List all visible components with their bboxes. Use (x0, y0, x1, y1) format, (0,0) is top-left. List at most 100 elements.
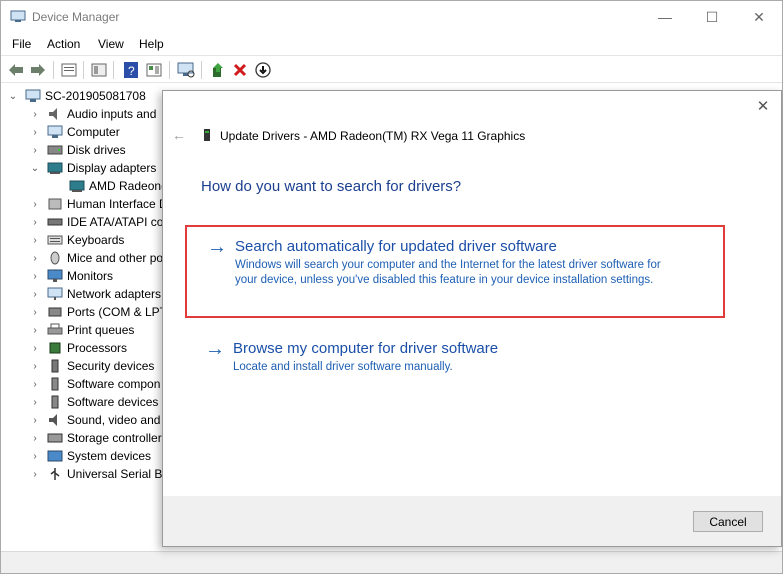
expand-icon[interactable]: › (29, 451, 41, 462)
tree-item-system-devices[interactable]: › System devices (29, 447, 151, 465)
expand-icon[interactable]: › (29, 433, 41, 444)
tree-item-software-components[interactable]: › Software compon (29, 375, 160, 393)
software-component-icon (51, 377, 59, 391)
expand-icon[interactable]: › (29, 235, 41, 246)
show-hide-button[interactable] (89, 60, 109, 80)
tree-root[interactable]: ⌄ SC-201905081708 (7, 87, 146, 105)
expand-icon[interactable]: › (29, 271, 41, 282)
tree-item-storage[interactable]: › Storage controller (29, 429, 161, 447)
expand-icon[interactable]: › (29, 325, 41, 336)
forward-button[interactable] (28, 60, 48, 80)
tree-item-monitors[interactable]: › Monitors (29, 267, 113, 285)
collapse-icon[interactable]: ⌄ (29, 163, 41, 174)
expand-icon[interactable]: › (29, 307, 41, 318)
back-button[interactable] (6, 60, 26, 80)
dialog-close-button[interactable]: ✕ (753, 96, 773, 116)
expand-icon[interactable]: › (29, 361, 41, 372)
title-bar[interactable]: Device Manager — ☐ ✕ (1, 1, 782, 33)
minimize-button[interactable]: — (642, 1, 688, 33)
tree-item-label: Network adapters (67, 287, 162, 301)
expand-icon[interactable]: › (29, 109, 41, 120)
tree-item-hid[interactable]: › Human Interface D (29, 195, 168, 213)
expand-icon[interactable]: › (29, 199, 41, 210)
scan-hardware-button[interactable] (176, 60, 196, 80)
expand-icon[interactable]: › (29, 397, 41, 408)
search-automatically-option[interactable]: → Search automatically for updated drive… (185, 225, 725, 318)
tree-item-label: Display adapters (67, 161, 157, 175)
menu-bar: File Action View Help (1, 33, 782, 55)
disable-button[interactable] (253, 60, 273, 80)
toolbar-separator (83, 61, 84, 79)
option-description: Windows will search your computer and th… (235, 259, 661, 286)
tree-item-label: Security devices (67, 359, 155, 373)
display-adapter-icon (69, 180, 85, 192)
show-hide-icon (91, 63, 107, 77)
toolbar-separator (169, 61, 170, 79)
tree-item-network[interactable]: › Network adapters (29, 285, 161, 303)
tree-item-computer[interactable]: › Computer (29, 123, 119, 141)
toolbar: ? (1, 55, 782, 83)
menu-action[interactable]: Action (47, 37, 80, 51)
cancel-button[interactable]: Cancel (693, 511, 763, 532)
tree-item-usb[interactable]: › Universal Serial Bu (29, 465, 169, 483)
window-title: Device Manager (32, 10, 120, 24)
tree-item-keyboards[interactable]: › Keyboards (29, 231, 124, 249)
computer-root-icon (25, 89, 41, 102)
network-icon (47, 287, 63, 300)
dialog-title: Update Drivers - AMD Radeon(TM) RX Vega … (220, 129, 526, 143)
tree-item-mice[interactable]: › Mice and other po (29, 249, 163, 267)
menu-help[interactable]: Help (139, 37, 164, 51)
disk-icon (47, 145, 63, 155)
expand-icon[interactable]: › (29, 217, 41, 228)
help-button[interactable]: ? (121, 60, 141, 80)
tree-item-audio[interactable]: › Audio inputs and (29, 105, 156, 123)
close-icon: ✕ (753, 8, 765, 25)
update-driver-button[interactable] (208, 60, 228, 80)
tree-item-disk-drives[interactable]: › Disk drives (29, 141, 125, 159)
tree-item-software-devices[interactable]: › Software devices (29, 393, 158, 411)
ide-icon (47, 218, 63, 226)
tree-item-sound-video[interactable]: › Sound, video and (29, 411, 160, 429)
tree-item-ports[interactable]: › Ports (COM & LPT (29, 303, 167, 321)
collapse-icon[interactable]: ⌄ (7, 91, 19, 102)
browse-computer-option[interactable]: → Browse my computer for driver software… (185, 336, 725, 386)
monitor-icon (47, 269, 63, 282)
uninstall-button[interactable] (230, 60, 250, 80)
expand-icon[interactable]: › (29, 253, 41, 264)
tree-item-print-queues[interactable]: › Print queues (29, 321, 134, 339)
expand-icon[interactable]: › (29, 289, 41, 300)
tree-item-ide[interactable]: › IDE ATA/ATAPI co (29, 213, 163, 231)
tree-item-label: System devices (67, 449, 152, 463)
maximize-button[interactable]: ☐ (689, 1, 735, 33)
software-device-icon (51, 395, 59, 409)
display-adapter-icon (47, 162, 63, 174)
expand-icon[interactable]: › (29, 127, 41, 138)
tree-item-display-adapters[interactable]: ⌄ Display adapters (29, 159, 157, 177)
scan-hardware-icon (177, 62, 195, 78)
toolbar-separator (201, 61, 202, 79)
action-view-button[interactable] (144, 60, 164, 80)
tree-item-label: Print queues (67, 323, 135, 337)
tree-item-security[interactable]: › Security devices (29, 357, 154, 375)
menu-file[interactable]: File (12, 37, 31, 51)
update-driver-icon (213, 63, 223, 77)
storage-icon (47, 433, 63, 443)
tree-item-processors[interactable]: › Processors (29, 339, 127, 357)
minimize-icon: — (658, 9, 672, 25)
mouse-icon (50, 251, 60, 265)
tree-root-label: SC-201905081708 (45, 89, 146, 103)
dialog-back-button[interactable]: ← (171, 127, 187, 143)
expand-icon[interactable]: › (29, 415, 41, 426)
sound-icon (49, 414, 57, 426)
close-button[interactable]: ✕ (736, 1, 782, 33)
tree-item-label: Monitors (67, 269, 114, 283)
expand-icon[interactable]: › (29, 379, 41, 390)
tree-item-amd-radeon[interactable]: AMD Radeon( (51, 177, 165, 195)
expand-icon[interactable]: › (29, 469, 41, 480)
menu-view[interactable]: View (98, 37, 124, 51)
expand-icon[interactable]: › (29, 343, 41, 354)
expand-icon[interactable]: › (29, 145, 41, 156)
toolbar-separator (53, 61, 54, 79)
tree-item-label: Human Interface D (67, 197, 168, 211)
properties-button[interactable] (59, 60, 79, 80)
